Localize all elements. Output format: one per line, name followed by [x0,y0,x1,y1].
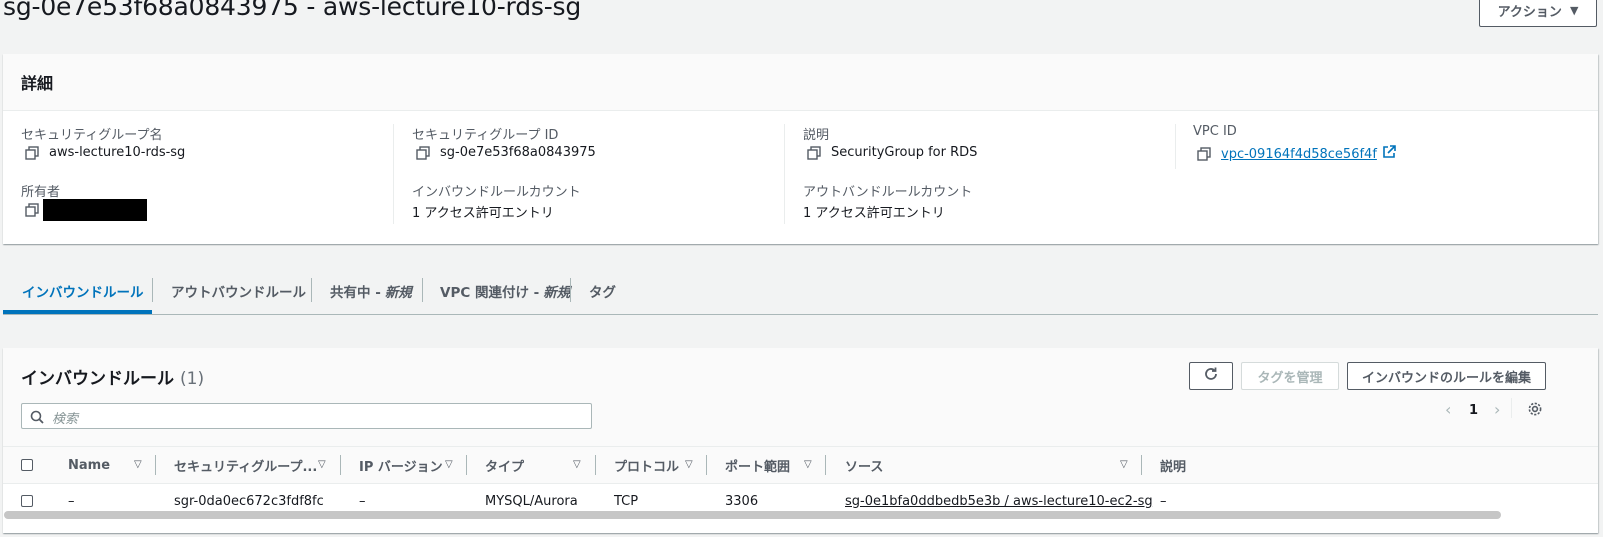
search-placeholder: 検索 [52,412,79,427]
tab-bar: インバウンドルール アウトバウンドルール 共有中 - 新規 VPC 関連付け -新… [3,268,1598,315]
owner-label: 所有者 [21,185,61,200]
sg-id-field: sg-0e7e53f68a0843975 [416,145,596,160]
column-divider [393,124,394,224]
rules-header: インバウンドルール (1) タグを管理 インバウンドのルールを編集 検索 ‹ 1 … [3,348,1598,446]
active-tab-indicator [3,310,152,314]
edit-inbound-rules-label: インバウンドのルールを編集 [1361,370,1531,386]
sort-icon[interactable]: ▽ [134,459,142,470]
outbound-count-label: アウトバンドルールカウント [803,185,973,200]
copy-icon[interactable] [807,145,821,160]
sort-icon[interactable]: ▽ [445,459,453,470]
description-field: SecurityGroup for RDS [807,145,977,160]
horizontal-scrollbar[interactable] [4,511,1501,519]
sg-name-field: aws-lecture10-rds-sg [25,145,185,160]
edit-inbound-rules-button[interactable]: インバウンドのルールを編集 [1347,362,1546,390]
details-panel: 詳細 セキュリティグループ名 aws-lecture10-rds-sg セキュリ… [3,54,1598,244]
sort-icon[interactable]: ▽ [573,459,581,470]
column-header-type[interactable]: タイプ [485,447,524,483]
copy-icon[interactable] [25,203,39,217]
tab-vpc-associations[interactable]: VPC 関連付け - 新規 [440,268,570,313]
column-header-rule-id[interactable]: セキュリティグループ... [174,447,317,483]
column-resizer[interactable] [466,455,467,475]
previous-page-icon[interactable]: ‹ [1445,400,1451,419]
owner-redacted [43,199,147,221]
tab-divider [311,278,312,302]
column-resizer[interactable] [595,455,596,475]
copy-icon[interactable] [1197,147,1211,161]
owner-field [25,199,147,221]
column-header-description[interactable]: 説明 [1160,447,1186,483]
actions-button-label: アクション [1497,5,1562,20]
tab-tags[interactable]: タグ [589,268,616,313]
refresh-icon [1203,366,1219,386]
select-all-checkbox[interactable] [21,459,33,471]
vpc-id-label: VPC ID [1193,124,1237,139]
manage-tags-label: タグを管理 [1257,370,1323,386]
page-title: sg-0e7e53f68a0843975 - aws-lecture10-rds… [3,0,582,21]
settings-gear-icon[interactable] [1527,401,1543,421]
search-icon [30,409,44,428]
column-resizer[interactable] [1141,455,1142,475]
sg-name-value: aws-lecture10-rds-sg [49,145,186,160]
column-header-name[interactable]: Name [68,447,110,483]
column-resizer[interactable] [706,455,707,475]
rules-title: インバウンドルール (1) [21,364,204,389]
table-header: Name ▽ セキュリティグループ... ▽ IP バージョン ▽ タイプ ▽ … [3,446,1598,484]
refresh-button[interactable] [1189,362,1233,390]
column-divider [784,124,785,224]
column-divider [1175,124,1176,169]
pagination-divider [1511,398,1512,418]
tab-outbound-rules[interactable]: アウトバウンドルール [171,268,306,313]
tab-label: アウトバウンドルール [171,284,306,301]
tab-inbound-rules[interactable]: インバウンドルール [22,268,144,313]
new-badge: 新規 [543,284,571,301]
manage-tags-button[interactable]: タグを管理 [1241,362,1339,390]
column-header-source[interactable]: ソース [845,447,883,483]
inbound-count-label: インバウンドルールカウント [412,185,581,200]
inbound-count-value: 1 アクセス許可エントリ [412,206,554,221]
details-heading: 詳細 [21,74,54,93]
column-header-port-range[interactable]: ポート範囲 [725,447,790,483]
sg-id-value: sg-0e7e53f68a0843975 [440,145,596,160]
next-page-icon[interactable]: › [1494,400,1500,419]
column-resizer[interactable] [340,455,341,475]
actions-button[interactable]: アクション ▼ [1479,0,1597,27]
column-resizer[interactable] [155,455,156,475]
sg-id-label: セキュリティグループ ID [412,128,559,143]
tab-label: タグ [589,284,616,301]
tab-divider [152,278,153,302]
column-header-protocol[interactable]: プロトコル [614,447,679,483]
vpc-id-field: vpc-09164f4d58ce56f4f [1197,145,1396,163]
tab-label: インバウンドルール [22,284,144,301]
rules-count: (1) [180,369,205,389]
description-label: 説明 [803,128,830,143]
sort-icon[interactable]: ▽ [318,459,326,470]
page-number[interactable]: 1 [1469,403,1478,418]
description-value: SecurityGroup for RDS [831,145,978,160]
inbound-rules-panel: インバウンドルール (1) タグを管理 インバウンドのルールを編集 検索 ‹ 1 … [3,348,1598,533]
outbound-count-value: 1 アクセス許可エントリ [803,206,945,221]
sort-icon[interactable]: ▽ [1120,459,1128,470]
tab-sharing[interactable]: 共有中 - 新規 [330,268,412,313]
new-badge: 新規 [384,284,412,301]
tab-label: VPC 関連付け - [440,284,540,301]
sort-icon[interactable]: ▽ [685,459,693,470]
rules-title-text: インバウンドルール [21,369,174,389]
tab-divider [570,278,571,302]
sg-name-label: セキュリティグループ名 [21,128,163,143]
vpc-id-link[interactable]: vpc-09164f4d58ce56f4f [1221,147,1377,162]
details-header: 詳細 [3,54,1598,111]
column-resizer[interactable] [825,455,826,475]
tab-label: 共有中 - [330,284,381,301]
search-field[interactable]: 検索 [21,403,592,429]
column-header-ip-version[interactable]: IP バージョン [359,447,443,483]
sort-icon[interactable]: ▽ [804,459,812,470]
row-checkbox[interactable] [21,495,33,507]
tab-divider [422,278,423,302]
copy-icon[interactable] [416,145,430,160]
copy-icon[interactable] [25,145,39,160]
external-link-icon[interactable] [1382,145,1396,163]
caret-down-icon: ▼ [1569,4,1579,17]
